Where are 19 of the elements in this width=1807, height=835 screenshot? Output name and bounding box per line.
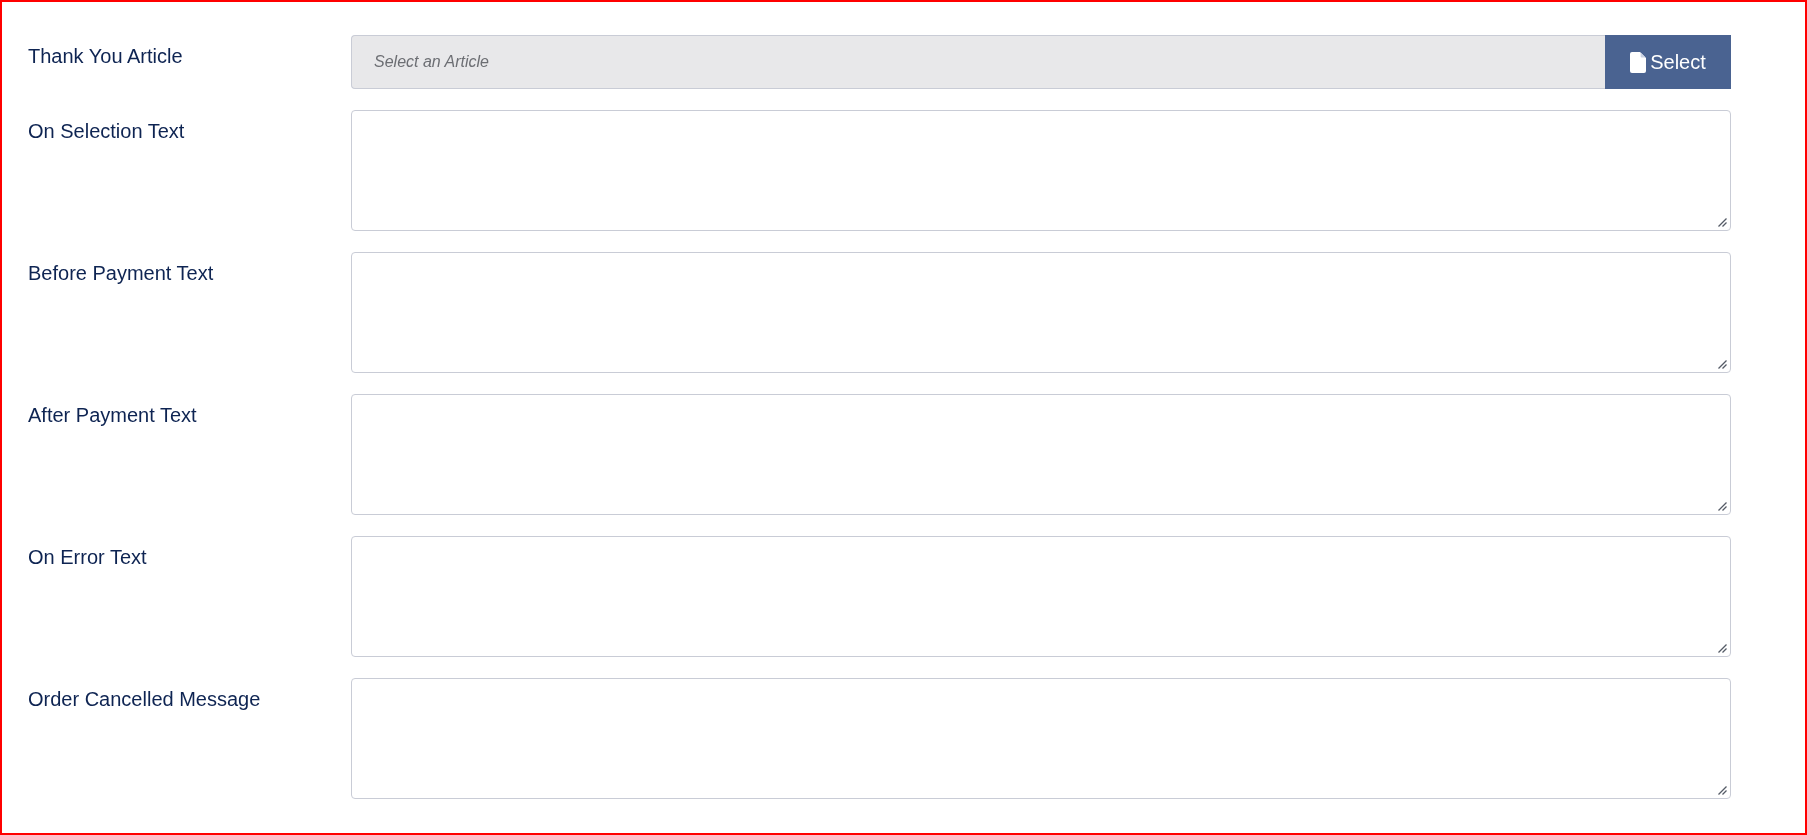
field-label: Before Payment Text [28,261,214,286]
field-label: On Error Text [28,545,147,570]
field-label: After Payment Text [28,403,197,428]
resize-grip-icon[interactable] [1718,502,1727,511]
resize-grip-icon[interactable] [1718,786,1727,795]
text-area-field[interactable] [351,252,1731,373]
text-area-field[interactable] [351,536,1731,657]
select-button[interactable]: Select [1605,35,1731,89]
field-label: On Selection Text [28,119,185,144]
resize-grip-icon[interactable] [1718,360,1727,369]
resize-grip-icon[interactable] [1718,218,1727,227]
text-area-field[interactable] [351,394,1731,515]
file-icon [1630,51,1647,73]
text-area-field[interactable] [351,110,1731,231]
text-area-field[interactable] [351,678,1731,799]
field-label: Order Cancelled Message [28,687,261,712]
resize-grip-icon[interactable] [1718,644,1727,653]
article-input[interactable]: Select an Article [351,35,1605,89]
field-label: Thank You Article [28,44,183,69]
